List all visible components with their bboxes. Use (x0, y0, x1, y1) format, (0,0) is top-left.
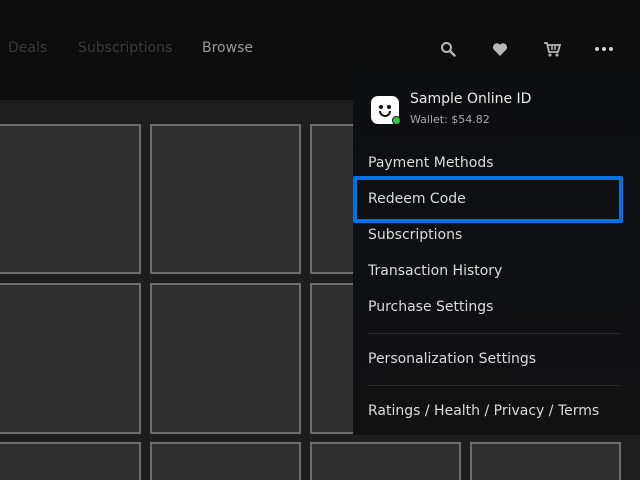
search-icon[interactable] (437, 38, 459, 60)
menu-item-purchase-settings[interactable]: Purchase Settings (368, 299, 493, 315)
tile[interactable] (150, 124, 301, 274)
wallet-balance: Wallet: $54.82 (410, 113, 490, 126)
menu-item-redeem-code[interactable]: Redeem Code (368, 191, 466, 207)
online-id: Sample Online ID (410, 91, 532, 107)
menu-item-transaction-history[interactable]: Transaction History (368, 263, 502, 279)
avatar-eye-icon (379, 105, 383, 109)
tile[interactable] (0, 124, 141, 274)
tile[interactable] (150, 283, 301, 434)
tile[interactable] (150, 442, 301, 480)
menu-divider (368, 385, 620, 386)
tile[interactable] (0, 442, 141, 480)
online-status-icon (392, 116, 401, 125)
tile[interactable] (310, 442, 461, 480)
tile[interactable] (0, 283, 141, 434)
cart-icon[interactable] (541, 38, 563, 60)
avatar-mouth-icon (379, 111, 391, 117)
menu-item-personalization-settings[interactable]: Personalization Settings (368, 351, 536, 367)
menu-item-subscriptions[interactable]: Subscriptions (368, 227, 462, 243)
menu-item-ratings-health-privacy-terms[interactable]: Ratings / Health / Privacy / Terms (368, 403, 599, 419)
avatar-eye-icon (387, 105, 391, 109)
tab-subscriptions[interactable]: Subscriptions (78, 40, 172, 56)
tab-deals[interactable]: Deals (8, 40, 47, 56)
menu-item-payment-methods[interactable]: Payment Methods (368, 155, 494, 171)
menu-divider (368, 333, 620, 334)
heart-icon[interactable] (489, 38, 511, 60)
tab-browse[interactable]: Browse (202, 40, 253, 56)
more-icon[interactable] (593, 38, 615, 60)
tile[interactable] (470, 442, 621, 480)
